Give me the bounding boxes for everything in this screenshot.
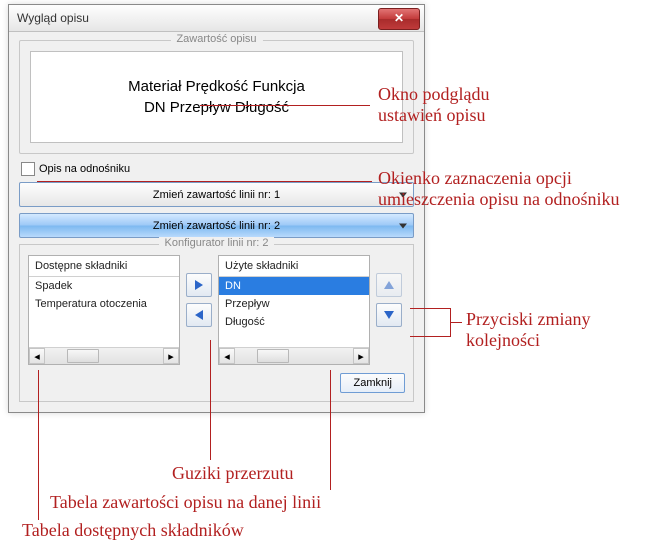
- dialog-body: Zawartość opisu Materiał Prędkość Funkcj…: [9, 32, 424, 412]
- callout-used-table: Tabela zawartości opisu na danej linii: [50, 492, 321, 513]
- on-reference-checkbox-row: Opis na odnośniku: [21, 162, 414, 176]
- move-right-button[interactable]: [186, 273, 212, 297]
- list-item[interactable]: Długość: [219, 313, 369, 331]
- chevron-down-icon: [399, 223, 407, 228]
- line1-combo-label: Zmień zawartość linii nr: 1: [153, 189, 280, 201]
- scroll-left-icon[interactable]: ◂: [219, 348, 235, 364]
- callout-line: [450, 322, 462, 323]
- on-reference-label: Opis na odnośniku: [39, 163, 130, 175]
- window-title: Wygląd opisu: [17, 11, 89, 25]
- callout-text: Przyciski zmiany: [466, 309, 590, 329]
- arrow-left-icon: [195, 310, 203, 320]
- callout-reorder: Przyciski zmiany kolejności: [466, 309, 590, 350]
- line1-combo[interactable]: Zmień zawartość linii nr: 1: [19, 182, 414, 207]
- dialog-window: Wygląd opisu ✕ Zawartość opisu Materiał …: [8, 4, 425, 413]
- callout-text: umieszczenia opisu na odnośniku: [378, 189, 619, 209]
- preview-line-1: Materiał Prędkość Funkcja: [128, 76, 305, 97]
- arrow-down-icon: [384, 311, 394, 319]
- callout-checkbox: Okienko zaznaczenia opcji umieszczenia o…: [378, 168, 619, 209]
- used-list: Użyte składniki DN Przepływ Długość ◂ ▸: [218, 255, 370, 365]
- callout-text: Okienko zaznaczenia opcji: [378, 168, 572, 188]
- reorder-buttons: [376, 255, 402, 327]
- callout-line: [410, 308, 450, 309]
- close-icon[interactable]: ✕: [378, 8, 420, 30]
- callout-text: Tabela zawartości opisu na danej linii: [50, 492, 321, 512]
- callout-line: [330, 370, 331, 490]
- list-item[interactable]: DN: [219, 277, 369, 295]
- content-groupbox: Zawartość opisu Materiał Prędkość Funkcj…: [19, 40, 414, 154]
- callout-line: [410, 336, 450, 337]
- scroll-left-icon[interactable]: ◂: [29, 348, 45, 364]
- transfer-buttons: [186, 255, 212, 327]
- titlebar: Wygląd opisu ✕: [9, 5, 424, 32]
- move-down-button[interactable]: [376, 303, 402, 327]
- scroll-right-icon[interactable]: ▸: [163, 348, 179, 364]
- scroll-thumb[interactable]: [257, 349, 289, 363]
- callout-transfer: Guziki przerzutu: [172, 463, 293, 484]
- on-reference-checkbox[interactable]: [21, 162, 35, 176]
- available-scrollbar[interactable]: ◂ ▸: [29, 347, 179, 364]
- move-left-button[interactable]: [186, 303, 212, 327]
- available-list: Dostępne składniki Spadek Temperatura ot…: [28, 255, 180, 365]
- scroll-right-icon[interactable]: ▸: [353, 348, 369, 364]
- available-header: Dostępne składniki: [29, 256, 179, 277]
- callout-available-table: Tabela dostępnych składników: [22, 520, 244, 541]
- callout-text: Okno podglądu: [378, 84, 490, 104]
- callout-line: [200, 105, 370, 106]
- callout-preview: Okno podglądu ustawień opisu: [378, 84, 490, 125]
- scroll-thumb[interactable]: [67, 349, 99, 363]
- content-legend: Zawartość opisu: [170, 33, 262, 45]
- list-item[interactable]: Spadek: [29, 277, 179, 295]
- used-scrollbar[interactable]: ◂ ▸: [219, 347, 369, 364]
- configurator-groupbox: Konfigurator linii nr: 2 Dostępne składn…: [19, 244, 414, 402]
- configurator-legend: Konfigurator linii nr: 2: [159, 237, 275, 249]
- preview-area: Materiał Prędkość Funkcja DN Przepływ Dł…: [30, 51, 403, 143]
- callout-line: [38, 370, 39, 520]
- arrow-right-icon: [195, 280, 203, 290]
- callout-line: [210, 340, 211, 460]
- callout-text: Tabela dostępnych składników: [22, 520, 244, 540]
- callout-line: [37, 181, 372, 182]
- move-up-button[interactable]: [376, 273, 402, 297]
- line2-combo-label: Zmień zawartość linii nr: 2: [153, 220, 280, 232]
- close-button[interactable]: Zamknij: [340, 373, 405, 393]
- preview-line-2: DN Przepływ Długość: [144, 97, 289, 118]
- arrow-up-icon: [384, 281, 394, 289]
- used-header: Użyte składniki: [219, 256, 369, 277]
- list-item[interactable]: Temperatura otoczenia: [29, 295, 179, 313]
- line2-combo[interactable]: Zmień zawartość linii nr: 2: [19, 213, 414, 238]
- callout-text: kolejności: [466, 330, 540, 350]
- callout-text: Guziki przerzutu: [172, 463, 293, 483]
- list-item[interactable]: Przepływ: [219, 295, 369, 313]
- callout-text: ustawień opisu: [378, 105, 486, 125]
